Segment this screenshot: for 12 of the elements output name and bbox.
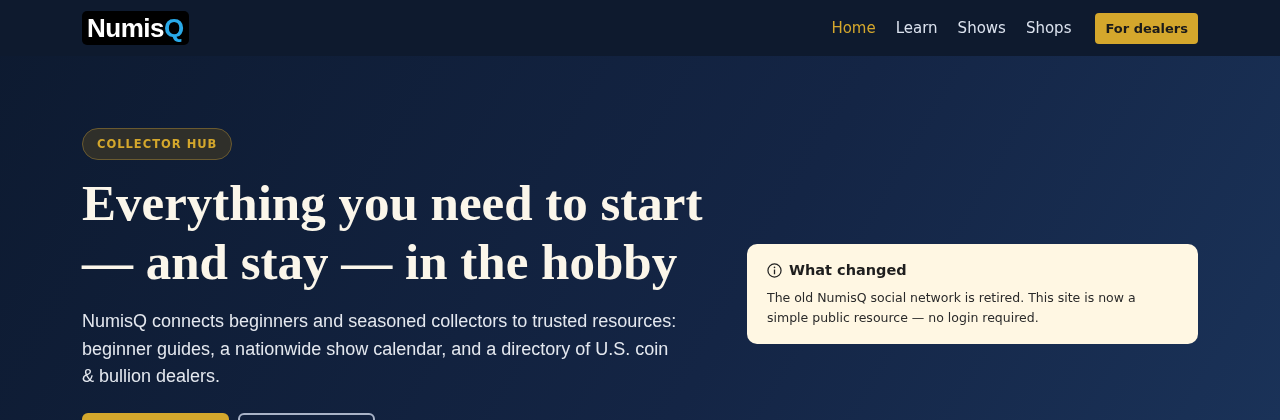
nav-link[interactable]: Shows — [957, 19, 1006, 37]
hero-heading: Everything you need to start — and stay — in the hobby — [82, 174, 702, 292]
notice-title: What changed — [789, 262, 907, 278]
info-icon — [767, 262, 782, 278]
nav-link[interactable]: Shops — [1025, 19, 1072, 37]
hero-intro: NumisQ connects beginners and seasoned collectors to trusted resources: beginner guides, a nationwide show calendar, and a directory of U.S. coin & bullion dealers. — [82, 310, 678, 388]
dealers-button[interactable]: For dealers — [1095, 12, 1198, 44]
section-badge: COLLECTOR HUB — [82, 128, 233, 160]
nav-link[interactable]: Home — [831, 19, 876, 37]
logo[interactable]: NumisQ — [82, 11, 189, 45]
nav-link[interactable]: Learn — [895, 19, 938, 37]
notice-text: The old NumisQ social network is retired. This site is now a simple public resource — no login required. — [767, 289, 1137, 327]
